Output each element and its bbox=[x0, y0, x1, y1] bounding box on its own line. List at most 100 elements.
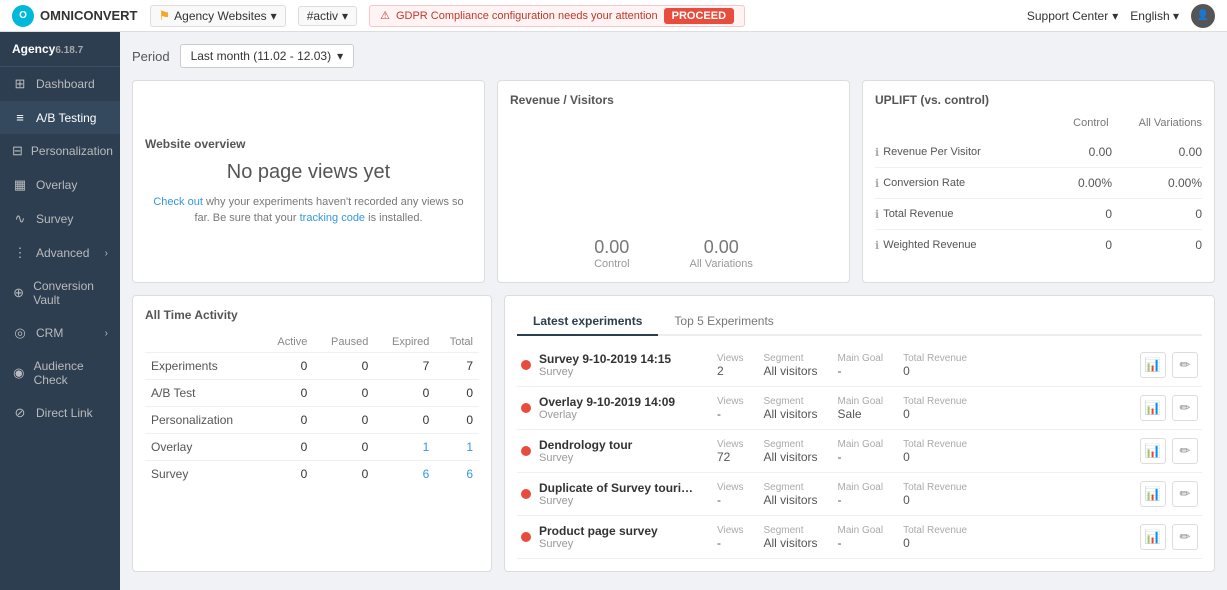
uplift-title: UPLIFT (vs. control) bbox=[875, 93, 1202, 107]
experiment-views: Views 72 bbox=[717, 439, 744, 464]
personalization-icon: ⊟ bbox=[12, 143, 23, 159]
topbar: O OMNICONVERT ⚑ Agency Websites ▾ #activ… bbox=[0, 0, 1227, 32]
experiment-segment: Segment All visitors bbox=[764, 396, 818, 421]
ab-testing-icon: ≡ bbox=[12, 110, 28, 125]
uplift-card: UPLIFT (vs. control) Control All Variati… bbox=[862, 80, 1215, 283]
language-chevron-icon: ▾ bbox=[1173, 9, 1179, 23]
uplift-label: ℹ Conversion Rate bbox=[875, 177, 1032, 190]
tracking-code-link[interactable]: tracking code bbox=[300, 212, 365, 224]
list-item: Survey 9-10-2019 14:15 Survey Views 2 Se… bbox=[517, 344, 1202, 387]
uplift-row-label-text: Total Revenue bbox=[883, 208, 953, 220]
edit-button[interactable]: ✏ bbox=[1172, 352, 1198, 378]
uplift-row-label-text: Conversion Rate bbox=[883, 177, 965, 189]
stats-button[interactable]: 📊 bbox=[1140, 395, 1166, 421]
total-revenue-value: 0 bbox=[903, 493, 967, 507]
activity-link[interactable]: 6 bbox=[466, 467, 473, 481]
uplift-row-label-text: Weighted Revenue bbox=[883, 239, 976, 251]
views-value: 2 bbox=[717, 364, 744, 378]
uplift-control-value: 0.00 bbox=[1032, 145, 1112, 159]
stats-button[interactable]: 📊 bbox=[1140, 352, 1166, 378]
stats-button[interactable]: 📊 bbox=[1140, 481, 1166, 507]
main-goal-label: Main Goal bbox=[838, 396, 884, 407]
table-row: Personalization0000 bbox=[145, 407, 479, 434]
views-label: Views bbox=[717, 482, 744, 493]
revenue-control-value: 0.00 bbox=[594, 237, 629, 258]
support-label: Support Center bbox=[1027, 9, 1108, 23]
uplift-col-control: Control bbox=[1073, 117, 1108, 129]
sidebar-item-crm[interactable]: ◎ CRM › bbox=[0, 316, 120, 350]
edit-button[interactable]: ✏ bbox=[1172, 438, 1198, 464]
sidebar-item-conversion-vault[interactable]: ⊕ Conversion Vault bbox=[0, 270, 120, 316]
list-item: Overlay 9-10-2019 14:09 Overlay Views - … bbox=[517, 387, 1202, 430]
experiment-status-dot bbox=[521, 446, 531, 456]
sidebar-item-survey[interactable]: ∿ Survey bbox=[0, 202, 120, 236]
activity-link[interactable]: 1 bbox=[423, 440, 430, 454]
agency-selector[interactable]: ⚑ Agency Websites ▾ bbox=[150, 5, 286, 27]
sidebar: Agency6.18.7 ⊞ Dashboard ≡ A/B Testing ⊟… bbox=[0, 32, 120, 590]
tab-latest-experiments[interactable]: Latest experiments bbox=[517, 308, 658, 336]
no-data-text3: is installed. bbox=[368, 212, 422, 224]
experiment-type: Survey bbox=[539, 495, 709, 507]
segment-value: All visitors bbox=[764, 493, 818, 507]
stats-button[interactable]: 📊 bbox=[1140, 438, 1166, 464]
experiment-segment: Segment All visitors bbox=[764, 525, 818, 550]
hash-chevron-icon: ▾ bbox=[342, 9, 348, 23]
total-revenue-label: Total Revenue bbox=[903, 525, 967, 536]
sidebar-item-audience-check[interactable]: ◉ Audience Check bbox=[0, 350, 120, 396]
sidebar-item-dashboard[interactable]: ⊞ Dashboard bbox=[0, 67, 120, 101]
check-out-link[interactable]: Check out bbox=[153, 196, 203, 208]
overlay-icon: ▦ bbox=[12, 177, 28, 193]
table-row: Survey0066 bbox=[145, 461, 479, 488]
table-row: Experiments0077 bbox=[145, 353, 479, 380]
sidebar-item-label: Survey bbox=[36, 212, 73, 226]
experiment-views: Views - bbox=[717, 482, 744, 507]
total-revenue-label: Total Revenue bbox=[903, 482, 967, 493]
language-selector[interactable]: English ▾ bbox=[1130, 9, 1179, 23]
period-select[interactable]: Last month (11.02 - 12.03) ▾ bbox=[180, 44, 355, 68]
support-center[interactable]: Support Center ▾ bbox=[1027, 9, 1118, 23]
experiment-name: Survey 9-10-2019 14:15 bbox=[539, 352, 699, 366]
edit-button[interactable]: ✏ bbox=[1172, 395, 1198, 421]
experiment-actions: 📊 ✏ bbox=[1140, 481, 1198, 507]
experiment-name: Product page survey bbox=[539, 524, 699, 538]
edit-button[interactable]: ✏ bbox=[1172, 524, 1198, 550]
main-goal-label: Main Goal bbox=[838, 439, 884, 450]
direct-link-icon: ⊘ bbox=[12, 405, 28, 421]
user-menu[interactable]: 👤 bbox=[1191, 4, 1215, 28]
uplift-col-all-variations: All Variations bbox=[1139, 117, 1202, 129]
experiment-status-dot bbox=[521, 489, 531, 499]
stats-button[interactable]: 📊 bbox=[1140, 524, 1166, 550]
experiment-type: Survey bbox=[539, 538, 709, 550]
edit-button[interactable]: ✏ bbox=[1172, 481, 1198, 507]
logo-text: OMNICONVERT bbox=[40, 8, 138, 23]
sidebar-item-direct-link[interactable]: ⊘ Direct Link bbox=[0, 396, 120, 430]
views-label: Views bbox=[717, 353, 744, 364]
segment-label: Segment bbox=[764, 353, 818, 364]
website-overview-title: Website overview bbox=[145, 137, 246, 151]
activity-link[interactable]: 6 bbox=[423, 467, 430, 481]
segment-value: All visitors bbox=[764, 407, 818, 421]
logo-icon: O bbox=[12, 5, 34, 27]
period-value: Last month (11.02 - 12.03) bbox=[191, 49, 332, 63]
proceed-button[interactable]: PROCEED bbox=[664, 8, 734, 24]
period-label: Period bbox=[132, 49, 170, 64]
revenue-all-variations-label: All Variations bbox=[690, 258, 753, 270]
info-icon: ℹ bbox=[875, 239, 879, 252]
uplift-all-variations-value: 0 bbox=[1112, 207, 1202, 221]
revenue-card: Revenue / Visitors 0.00 Control 0.00 All… bbox=[497, 80, 850, 283]
sidebar-item-advanced[interactable]: ⋮ Advanced › bbox=[0, 236, 120, 270]
experiment-actions: 📊 ✏ bbox=[1140, 524, 1198, 550]
tab-top5-experiments[interactable]: Top 5 Experiments bbox=[658, 308, 789, 336]
sidebar-item-personalization[interactable]: ⊟ Personalization bbox=[0, 134, 120, 168]
activity-link[interactable]: 1 bbox=[466, 440, 473, 454]
uplift-all-variations-value: 0.00 bbox=[1112, 145, 1202, 159]
segment-value: All visitors bbox=[764, 450, 818, 464]
revenue-all-variations: 0.00 All Variations bbox=[690, 237, 753, 270]
experiment-main-goal: Main Goal Sale bbox=[838, 396, 884, 421]
experiment-main-goal: Main Goal - bbox=[838, 482, 884, 507]
experiment-segment: Segment All visitors bbox=[764, 353, 818, 378]
revenue-title: Revenue / Visitors bbox=[510, 93, 837, 107]
sidebar-item-overlay[interactable]: ▦ Overlay bbox=[0, 168, 120, 202]
sidebar-item-ab-testing[interactable]: ≡ A/B Testing bbox=[0, 101, 120, 134]
hash-selector[interactable]: #activ ▾ bbox=[298, 6, 357, 26]
